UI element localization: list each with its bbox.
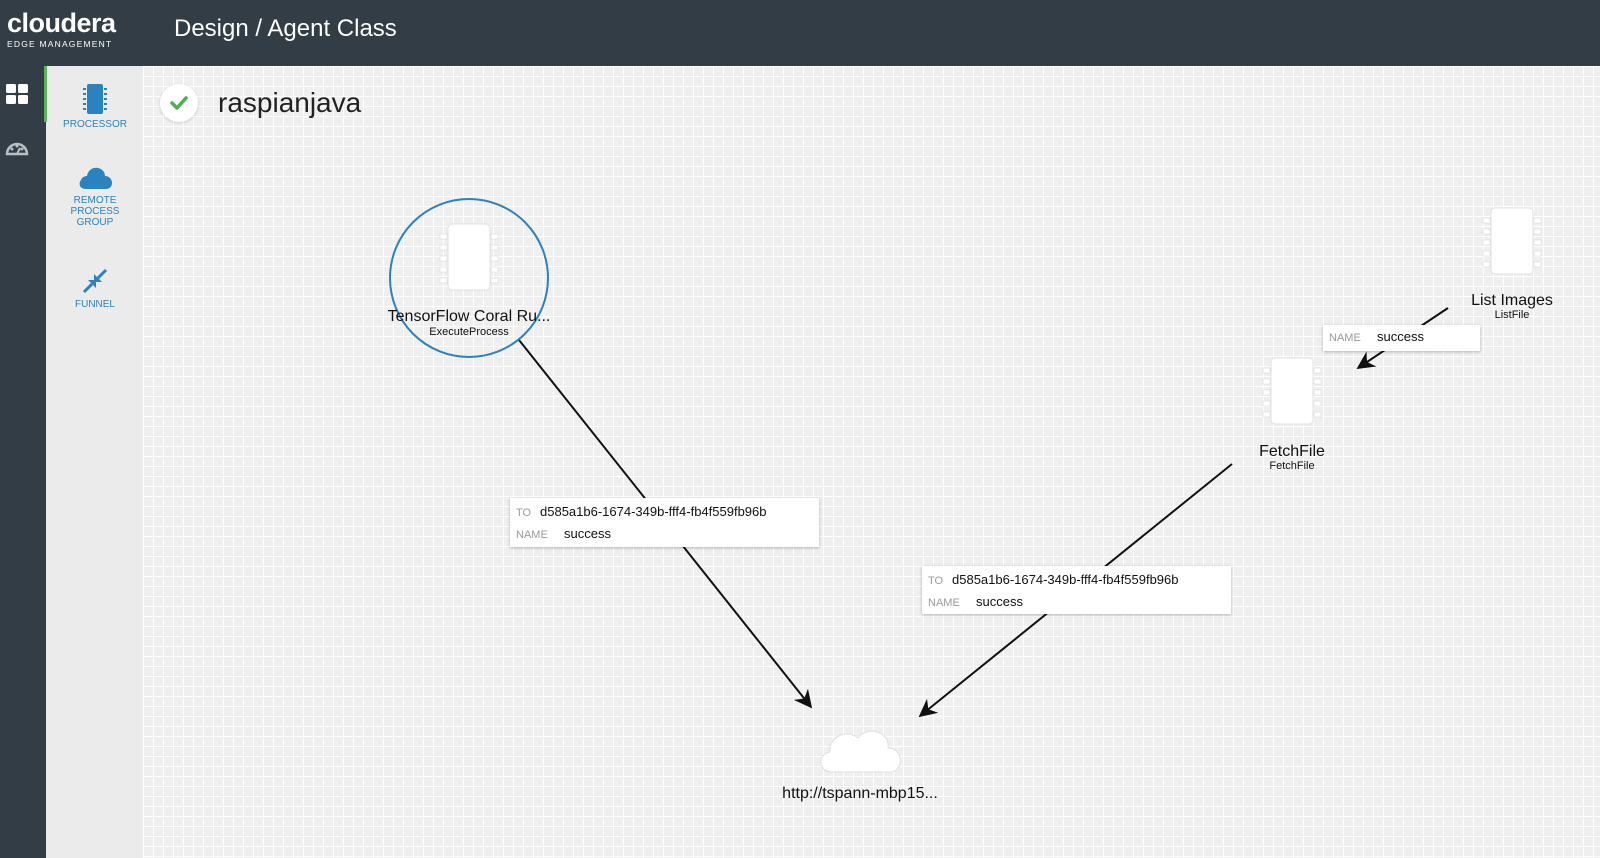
- connection-label-tensorflow-to-remote[interactable]: TO d585a1b6-1674-349b-fff4-fb4f559fb96b N…: [510, 498, 819, 547]
- conn-key-to: TO: [928, 575, 944, 587]
- conn-relationship: success: [976, 594, 1023, 609]
- node-fetchfile-type: FetchFile: [1269, 460, 1315, 472]
- conn-key-name: NAME: [928, 597, 960, 609]
- conn-relationship: success: [564, 526, 611, 541]
- node-listimages-name: List Images: [1471, 292, 1553, 309]
- node-fetchfile-name: FetchFile: [1259, 443, 1325, 460]
- node-remote-url: http://tspann-mbp15...: [782, 785, 938, 802]
- conn-key-name: NAME: [1329, 332, 1361, 344]
- flow-graph: [389, 198, 1542, 773]
- conn-key-to: TO: [516, 507, 532, 519]
- connection-label-fetchfile-to-remote[interactable]: TO d585a1b6-1674-349b-fff4-fb4f559fb96b N…: [922, 566, 1231, 614]
- processor-icon-listimages[interactable]: [1482, 207, 1542, 275]
- conn-destination: d585a1b6-1674-349b-fff4-fb4f559fb96b: [540, 504, 767, 519]
- connection-label-listimages-to-fetchfile[interactable]: NAME success: [1323, 325, 1480, 351]
- processor-icon-fetchfile[interactable]: [1262, 357, 1322, 425]
- node-listimages-type: ListFile: [1494, 309, 1530, 321]
- remote-process-group-cloud-icon[interactable]: [820, 730, 901, 773]
- conn-relationship: success: [1377, 329, 1424, 344]
- conn-key-name: NAME: [516, 529, 548, 541]
- processor-icon-tensorflow[interactable]: [439, 223, 499, 291]
- conn-destination: d585a1b6-1674-349b-fff4-fb4f559fb96b: [952, 572, 1179, 587]
- node-tensorflow-type: ExecuteProcess: [429, 326, 509, 338]
- node-tensorflow-name: TensorFlow Coral Ru...: [387, 308, 551, 325]
